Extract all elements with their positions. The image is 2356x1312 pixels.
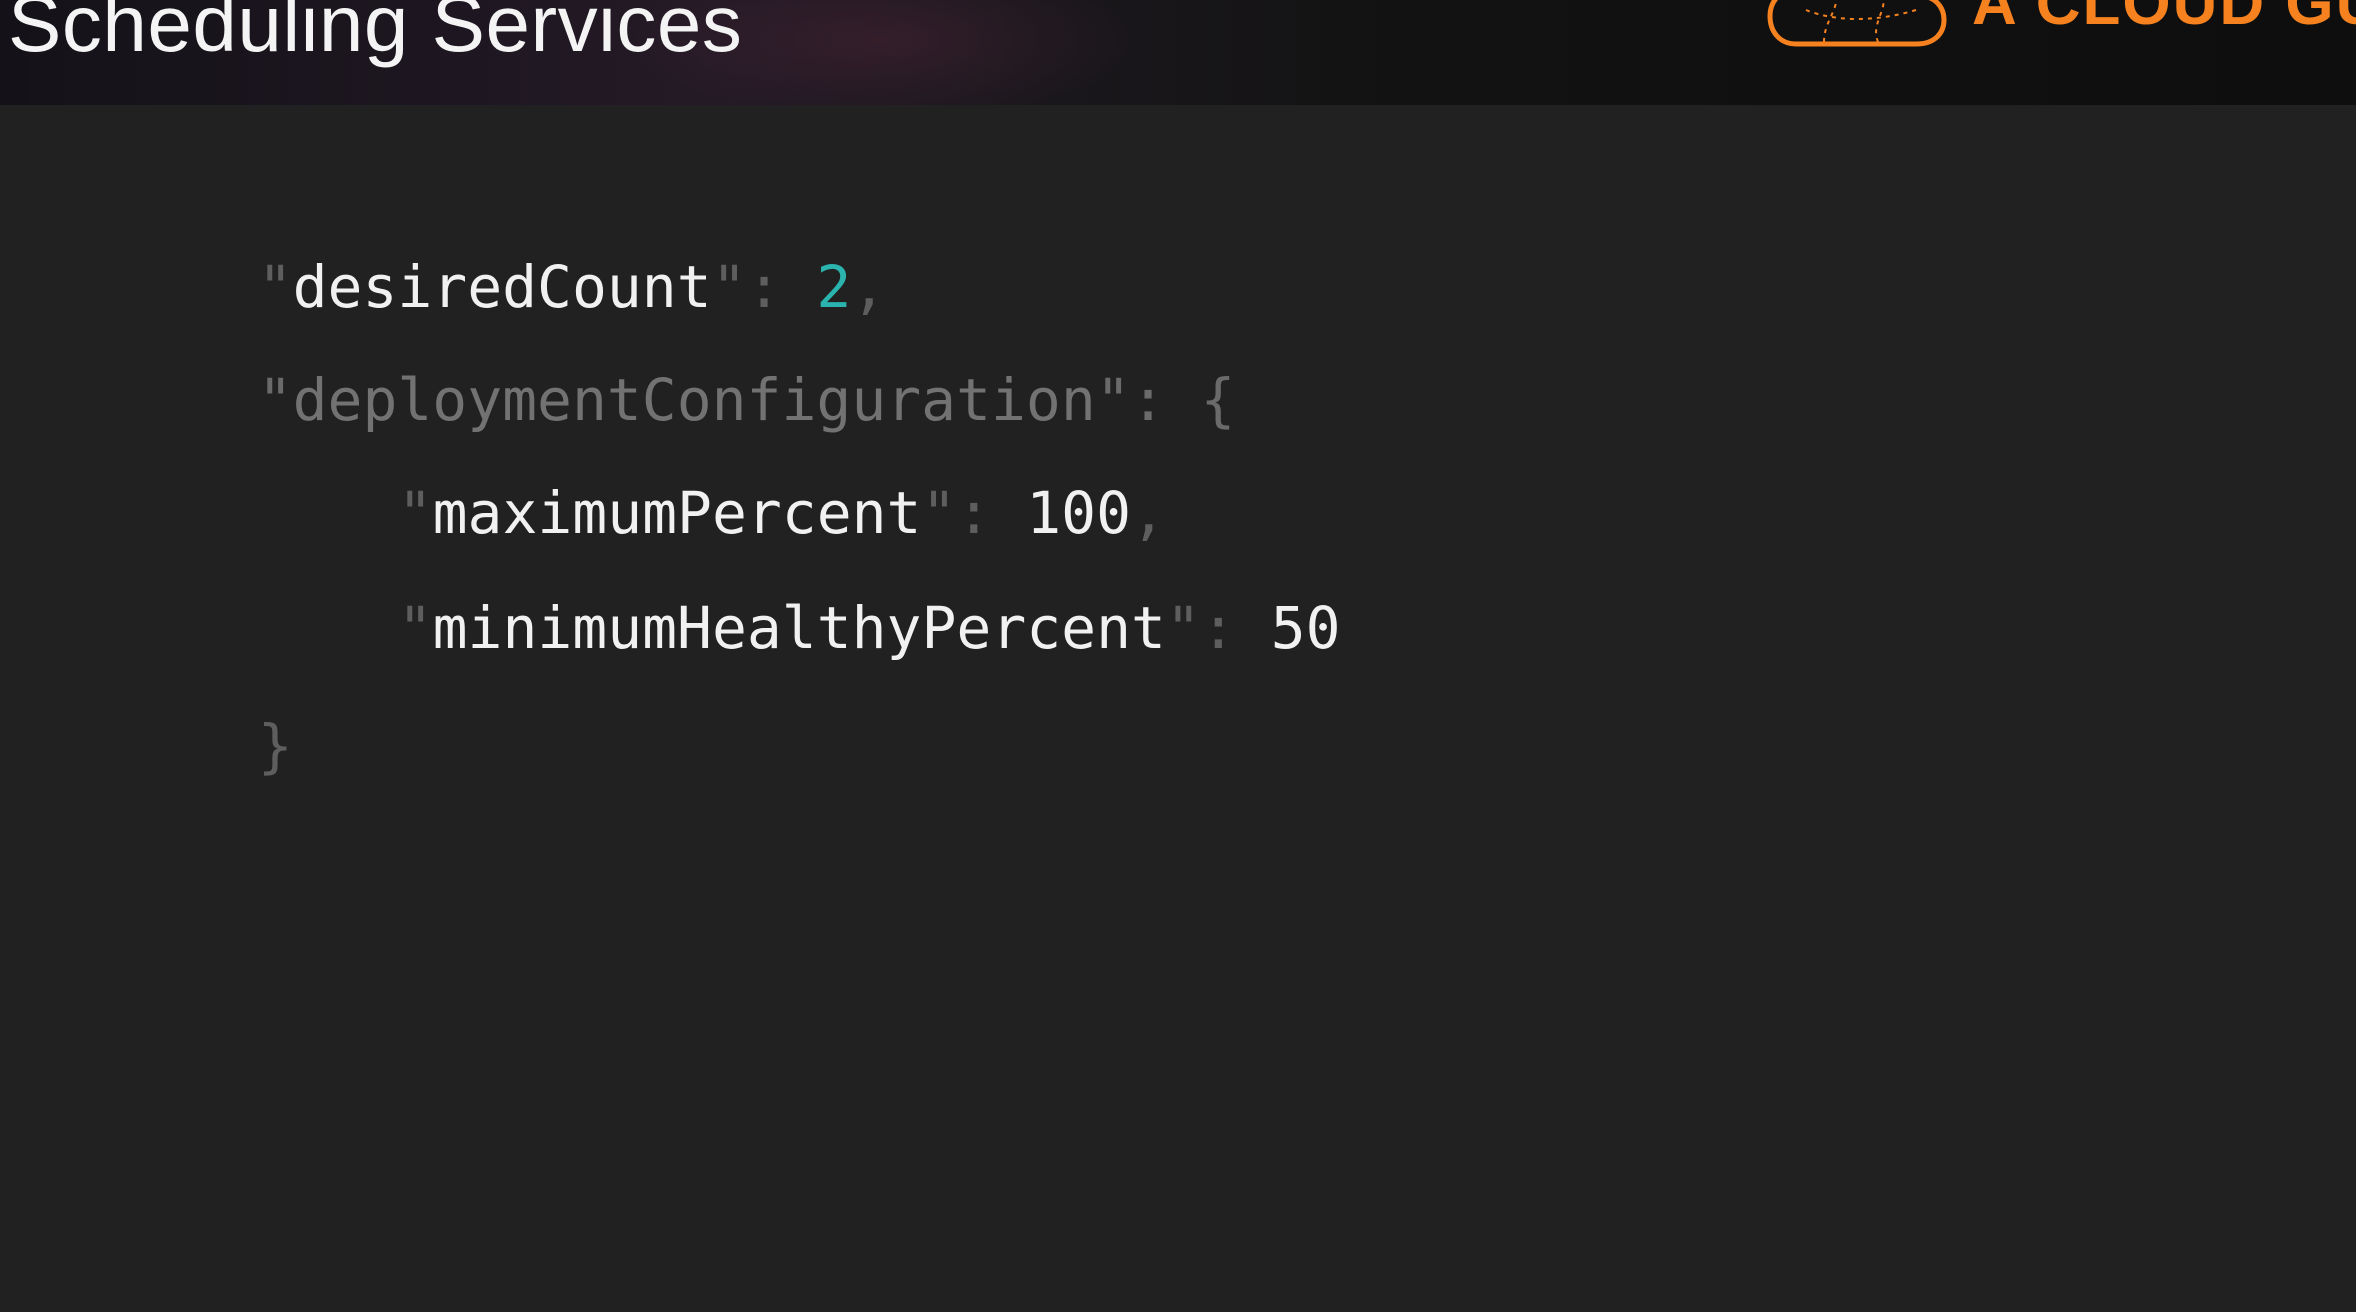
code-block: "desiredCount": 2, "deploymentConfigurat… xyxy=(0,105,2356,1312)
slide-header: Scheduling Services A CLOUD GU xyxy=(0,0,2356,105)
open-brace: { xyxy=(1200,366,1236,434)
close-brace: } xyxy=(257,712,293,780)
quote-close: " xyxy=(1165,594,1201,662)
json-value: 50 xyxy=(1270,594,1341,662)
colon: : xyxy=(1200,594,1271,662)
code-line-close-brace: } xyxy=(118,641,293,851)
cloud-icon xyxy=(1767,0,1947,47)
code-line-minimum-healthy-percent: "minimumHealthyPercent": 50 xyxy=(258,523,1341,733)
slide-title: Scheduling Services xyxy=(8,0,743,68)
quote-open: " xyxy=(397,594,433,662)
brand-logo-text: A CLOUD GU xyxy=(1972,0,2356,38)
json-key: minimumHealthyPercent xyxy=(432,594,1166,662)
